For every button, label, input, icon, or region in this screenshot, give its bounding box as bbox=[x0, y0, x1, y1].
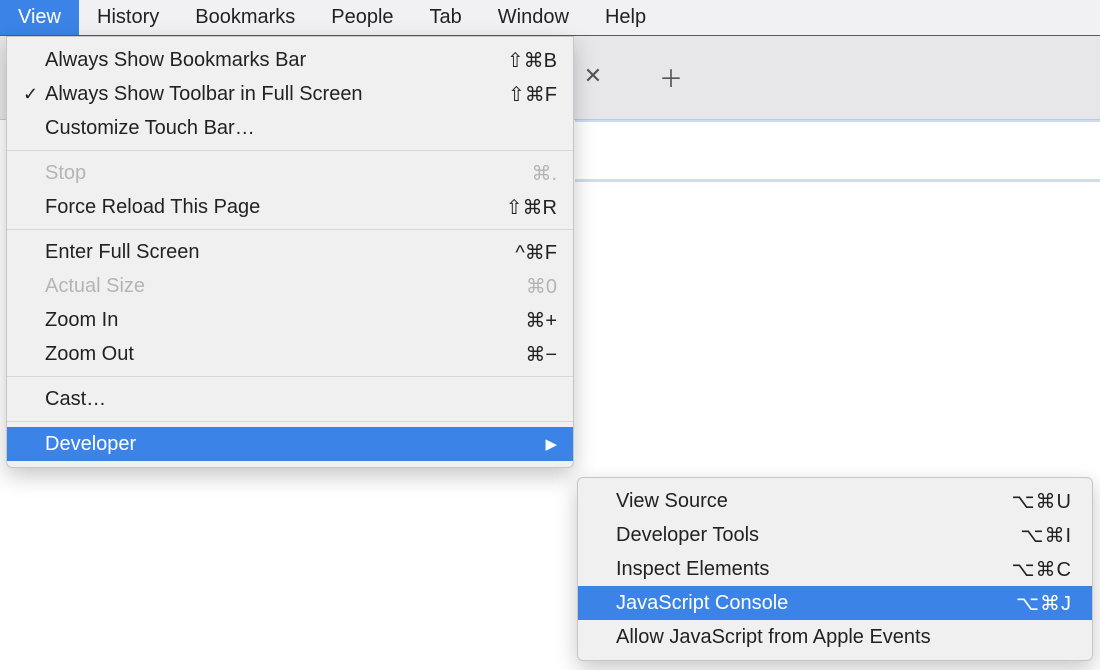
menu-item-label: Zoom Out bbox=[45, 343, 525, 366]
menu-item-shortcut: ⇧⌘R bbox=[506, 195, 557, 220]
menu-item-cast[interactable]: Cast… bbox=[7, 382, 573, 416]
tab-close-button[interactable]: ✕ bbox=[578, 61, 608, 91]
new-tab-button[interactable]: ＋ bbox=[656, 61, 686, 91]
menu-item-label: Actual Size bbox=[45, 275, 526, 298]
menu-item-label: Always Show Bookmarks Bar bbox=[45, 49, 507, 72]
menubar-label: Tab bbox=[430, 6, 462, 29]
menu-item-actual-size: Actual Size ⌘0 bbox=[7, 269, 573, 303]
menu-item-label: Cast… bbox=[45, 388, 557, 411]
menu-item-developer-tools[interactable]: Developer Tools ⌥⌘I bbox=[578, 518, 1092, 552]
menu-item-shortcut: ⌥⌘U bbox=[1012, 489, 1073, 514]
menu-item-shortcut: ⌥⌘J bbox=[1016, 591, 1072, 616]
menu-item-shortcut: ⌘. bbox=[531, 161, 557, 186]
menu-item-enter-full-screen[interactable]: Enter Full Screen ^⌘F bbox=[7, 235, 573, 269]
menu-item-label: Always Show Toolbar in Full Screen bbox=[45, 83, 508, 106]
menu-item-zoom-out[interactable]: Zoom Out ⌘− bbox=[7, 337, 573, 371]
menu-item-label: Developer Tools bbox=[616, 524, 1020, 547]
menu-separator bbox=[7, 421, 573, 422]
menu-item-shortcut: ⌥⌘I bbox=[1020, 523, 1072, 548]
menu-item-always-show-bookmarks-bar[interactable]: Always Show Bookmarks Bar ⇧⌘B bbox=[7, 43, 573, 77]
menu-item-allow-javascript-apple-events[interactable]: Allow JavaScript from Apple Events bbox=[578, 620, 1092, 654]
menu-separator bbox=[7, 229, 573, 230]
menu-item-shortcut: ⇧⌘F bbox=[508, 82, 557, 107]
menubar-label: Window bbox=[498, 6, 569, 29]
menubar-item-window[interactable]: Window bbox=[480, 0, 587, 35]
menu-item-inspect-elements[interactable]: Inspect Elements ⌥⌘C bbox=[578, 552, 1092, 586]
view-menu-dropdown: Always Show Bookmarks Bar ⇧⌘B ✓ Always S… bbox=[6, 36, 574, 468]
close-icon: ✕ bbox=[584, 63, 602, 89]
menubar-label: History bbox=[97, 6, 159, 29]
menu-item-stop: Stop ⌘. bbox=[7, 156, 573, 190]
menu-item-label: JavaScript Console bbox=[616, 592, 1016, 615]
menu-item-shortcut: ⌥⌘C bbox=[1012, 557, 1073, 582]
menubar-item-view[interactable]: View bbox=[0, 0, 79, 35]
menu-item-label: Allow JavaScript from Apple Events bbox=[616, 626, 1072, 649]
menu-item-always-show-toolbar-fullscreen[interactable]: ✓ Always Show Toolbar in Full Screen ⇧⌘F bbox=[7, 77, 573, 111]
menu-item-shortcut: ⌘− bbox=[525, 342, 557, 367]
menu-item-label: Zoom In bbox=[45, 309, 525, 332]
checkmark-icon: ✓ bbox=[23, 84, 45, 105]
menu-item-javascript-console[interactable]: JavaScript Console ⌥⌘J bbox=[578, 586, 1092, 620]
menu-item-view-source[interactable]: View Source ⌥⌘U bbox=[578, 484, 1092, 518]
menu-item-shortcut: ⇧⌘B bbox=[507, 48, 557, 73]
menu-item-label: Inspect Elements bbox=[616, 558, 1012, 581]
menu-item-customize-touch-bar[interactable]: Customize Touch Bar… bbox=[7, 111, 573, 145]
developer-submenu: View Source ⌥⌘U Developer Tools ⌥⌘I Insp… bbox=[577, 477, 1093, 661]
menubar-item-bookmarks[interactable]: Bookmarks bbox=[177, 0, 313, 35]
menu-item-label: View Source bbox=[616, 490, 1012, 513]
tab-strip: ✕ ＋ bbox=[578, 61, 686, 91]
menubar-item-tab[interactable]: Tab bbox=[412, 0, 480, 35]
menubar-label: View bbox=[18, 6, 61, 29]
menubar-label: People bbox=[331, 6, 393, 29]
menubar: View History Bookmarks People Tab Window… bbox=[0, 0, 1100, 36]
menubar-item-history[interactable]: History bbox=[79, 0, 177, 35]
menubar-label: Help bbox=[605, 6, 646, 29]
menu-item-force-reload[interactable]: Force Reload This Page ⇧⌘R bbox=[7, 190, 573, 224]
menu-separator bbox=[7, 376, 573, 377]
menu-separator bbox=[7, 150, 573, 151]
menu-item-shortcut: ⌘0 bbox=[526, 274, 557, 299]
plus-icon: ＋ bbox=[659, 59, 683, 94]
menu-item-shortcut: ^⌘F bbox=[515, 240, 557, 265]
address-bar-strip bbox=[575, 120, 1100, 182]
menu-item-developer[interactable]: Developer ▶ bbox=[7, 427, 573, 461]
menu-item-label: Force Reload This Page bbox=[45, 196, 506, 219]
menubar-item-people[interactable]: People bbox=[313, 0, 411, 35]
menu-item-zoom-in[interactable]: Zoom In ⌘+ bbox=[7, 303, 573, 337]
menu-item-label: Stop bbox=[45, 162, 531, 185]
menubar-item-help[interactable]: Help bbox=[587, 0, 664, 35]
submenu-arrow-icon: ▶ bbox=[545, 435, 557, 453]
menu-item-label: Developer bbox=[45, 433, 537, 456]
menu-item-shortcut: ⌘+ bbox=[525, 308, 557, 333]
menu-item-label: Enter Full Screen bbox=[45, 241, 515, 264]
menubar-label: Bookmarks bbox=[195, 6, 295, 29]
menu-item-label: Customize Touch Bar… bbox=[45, 117, 557, 140]
